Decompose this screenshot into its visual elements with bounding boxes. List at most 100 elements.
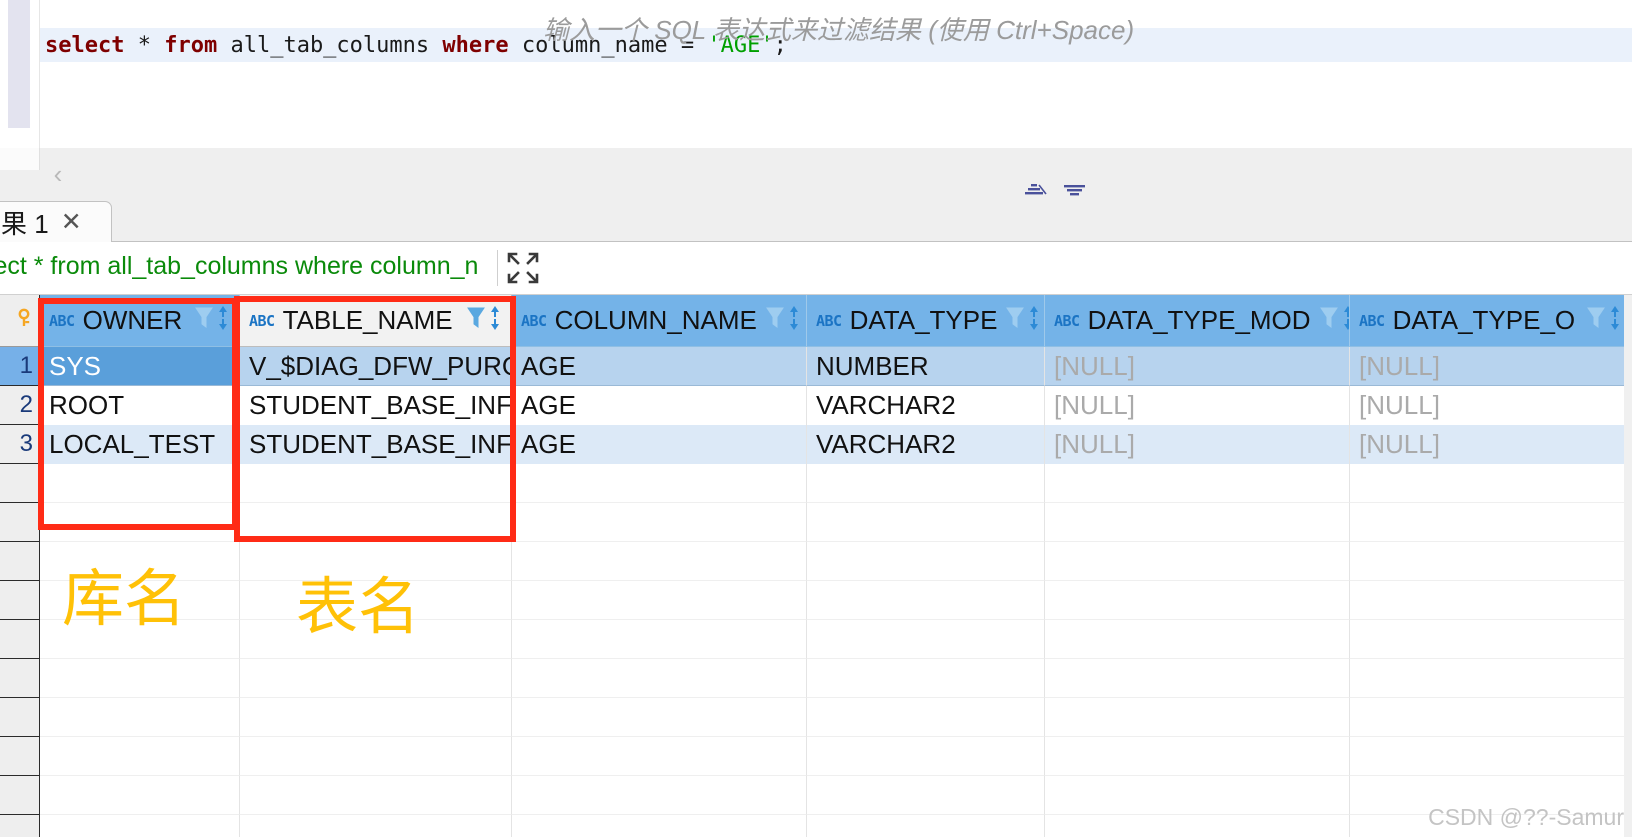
filter-icon[interactable] <box>1062 182 1088 200</box>
column-sort-icon[interactable] <box>216 304 230 337</box>
column-header-icons <box>194 304 230 337</box>
column-header-icons <box>1005 304 1041 337</box>
row-header-corner <box>0 295 40 347</box>
cell-data_type_o[interactable]: [NULL] <box>1350 347 1632 386</box>
empty-cell <box>40 659 240 698</box>
empty-row <box>0 542 1632 581</box>
row-number-empty <box>0 503 40 542</box>
empty-cell <box>512 620 807 659</box>
row-number-empty <box>0 464 40 503</box>
column-header-table_name[interactable]: ABC TABLE_NAME <box>240 295 512 347</box>
table-row[interactable]: 3 LOCAL_TEST STUDENT_BASE_INFO AGE VARCHAR2[… <box>0 425 1632 464</box>
cell-data_type_o[interactable]: [NULL] <box>1350 386 1632 425</box>
column-filter-icon[interactable] <box>466 305 486 336</box>
empty-cell <box>240 737 512 776</box>
result-filter-bar[interactable]: elect * from all_tab_columns where colum… <box>0 242 1632 295</box>
cell-column_name[interactable]: AGE <box>512 425 807 464</box>
row-number[interactable]: 3 <box>0 425 40 464</box>
vertical-scrollbar[interactable] <box>1624 295 1632 837</box>
column-header-label: DATA_TYPE_O <box>1392 305 1576 335</box>
cell-data_type[interactable]: VARCHAR2 <box>807 425 1045 464</box>
cell-owner[interactable]: SYS <box>40 347 240 386</box>
table-row[interactable]: 1 SYS V_$DIAG_DFW_PURGE AGE NUMBER [NULL] [NUL… <box>0 347 1632 386</box>
tab-label: 果 1 <box>1 208 49 239</box>
row-number-empty <box>0 620 40 659</box>
empty-row <box>0 464 1632 503</box>
watermark: CSDN @??-Samur <box>1428 804 1624 830</box>
sql-token: * <box>137 32 151 58</box>
empty-cell <box>807 464 1045 503</box>
column-header-label: COLUMN_NAME <box>554 305 757 335</box>
empty-cell <box>40 737 240 776</box>
cell-column_name[interactable]: AGE <box>512 386 807 425</box>
cell-table_name[interactable]: STUDENT_BASE_INFO <box>240 386 512 425</box>
filter-input-placeholder[interactable]: 输入一个 SQL 表达式来过滤结果 (使用 Ctrl+Space) <box>543 10 1134 47</box>
empty-cell <box>807 620 1045 659</box>
column-filter-icon[interactable] <box>1586 305 1606 336</box>
column-filter-icon[interactable] <box>765 305 785 336</box>
row-number[interactable]: 1 <box>0 347 40 386</box>
results-toolbar-strip: ‹ <box>0 148 1632 201</box>
column-header-column_name[interactable]: ABC COLUMN_NAME <box>512 295 807 347</box>
close-icon[interactable]: ✕ <box>61 209 82 235</box>
cell-table_name[interactable]: STUDENT_BASE_INFO <box>240 425 512 464</box>
row-number[interactable]: 2 <box>0 386 40 425</box>
empty-row <box>0 815 1632 837</box>
row-number-empty <box>0 698 40 737</box>
maximize-icon[interactable] <box>505 250 541 291</box>
results-tab-bar: 果 1 ✕ <box>0 201 1632 242</box>
cell-table_name[interactable]: V_$DIAG_DFW_PURGE <box>240 347 512 386</box>
table-row[interactable]: 2 ROOT STUDENT_BASE_INFO AGE VARCHAR2 [NULL][… <box>0 386 1632 425</box>
collapse-panel-chevron-icon[interactable]: ‹ <box>46 160 70 188</box>
empty-cell <box>1045 659 1350 698</box>
column-type-icon: ABC <box>49 311 75 330</box>
empty-cell <box>240 659 512 698</box>
annotation-label-table-name: 表名 <box>296 570 421 643</box>
column-header-label: DATA_TYPE <box>849 305 998 335</box>
column-filter-icon[interactable] <box>194 305 214 336</box>
column-header-data_type[interactable]: ABC DATA_TYPE <box>807 295 1045 347</box>
empty-cell <box>512 815 807 837</box>
column-filter-icon[interactable] <box>1319 305 1339 336</box>
column-header-data_type_o[interactable]: ABC DATA_TYPE_O <box>1350 295 1632 347</box>
column-sort-icon[interactable] <box>1341 304 1349 337</box>
cell-owner[interactable]: ROOT <box>40 386 240 425</box>
column-type-icon: ABC <box>1359 311 1385 330</box>
empty-cell <box>1045 776 1350 815</box>
column-sort-icon[interactable] <box>1027 304 1041 337</box>
dbeaver-result-screen: select * from all_tab_columns where colu… <box>0 0 1632 837</box>
cell-data_type[interactable]: VARCHAR2 <box>807 386 1045 425</box>
column-filter-icon[interactable] <box>1005 305 1025 336</box>
column-sort-icon[interactable] <box>787 304 801 337</box>
column-sort-icon[interactable] <box>488 304 502 337</box>
column-header-owner[interactable]: ABC OWNER <box>40 295 240 347</box>
sort-descending-icon[interactable] <box>1022 182 1048 200</box>
empty-cell <box>1045 737 1350 776</box>
column-header-icons <box>466 304 502 337</box>
row-number-empty <box>0 581 40 620</box>
empty-cell <box>240 464 512 503</box>
cell-data_type_o[interactable]: [NULL] <box>1350 425 1632 464</box>
cell-data_type_mod[interactable]: [NULL] <box>1045 347 1350 386</box>
cell-data_type_mod[interactable]: [NULL] <box>1045 425 1350 464</box>
cell-owner[interactable]: LOCAL_TEST <box>40 425 240 464</box>
empty-cell <box>1350 542 1632 581</box>
result-grid[interactable]: ABC OWNER ABC TABLE_NAME ABC COLUMN_NAME ABC DA… <box>0 295 1632 837</box>
cell-column_name[interactable]: AGE <box>512 347 807 386</box>
empty-cell <box>40 464 240 503</box>
sql-token: all_tab_columns <box>230 32 430 58</box>
column-header-label: TABLE_NAME <box>282 305 453 335</box>
empty-row <box>0 581 1632 620</box>
tab-result-1[interactable]: 果 1 ✕ <box>0 201 112 242</box>
cell-data_type[interactable]: NUMBER <box>807 347 1045 386</box>
empty-cell <box>1350 620 1632 659</box>
column-type-icon: ABC <box>521 311 547 330</box>
column-sort-icon[interactable] <box>1608 304 1622 337</box>
empty-cell <box>512 581 807 620</box>
column-header-data_type_mod[interactable]: ABC DATA_TYPE_MOD <box>1045 295 1350 347</box>
empty-cell <box>1045 620 1350 659</box>
cell-data_type_mod[interactable]: [NULL] <box>1045 386 1350 425</box>
